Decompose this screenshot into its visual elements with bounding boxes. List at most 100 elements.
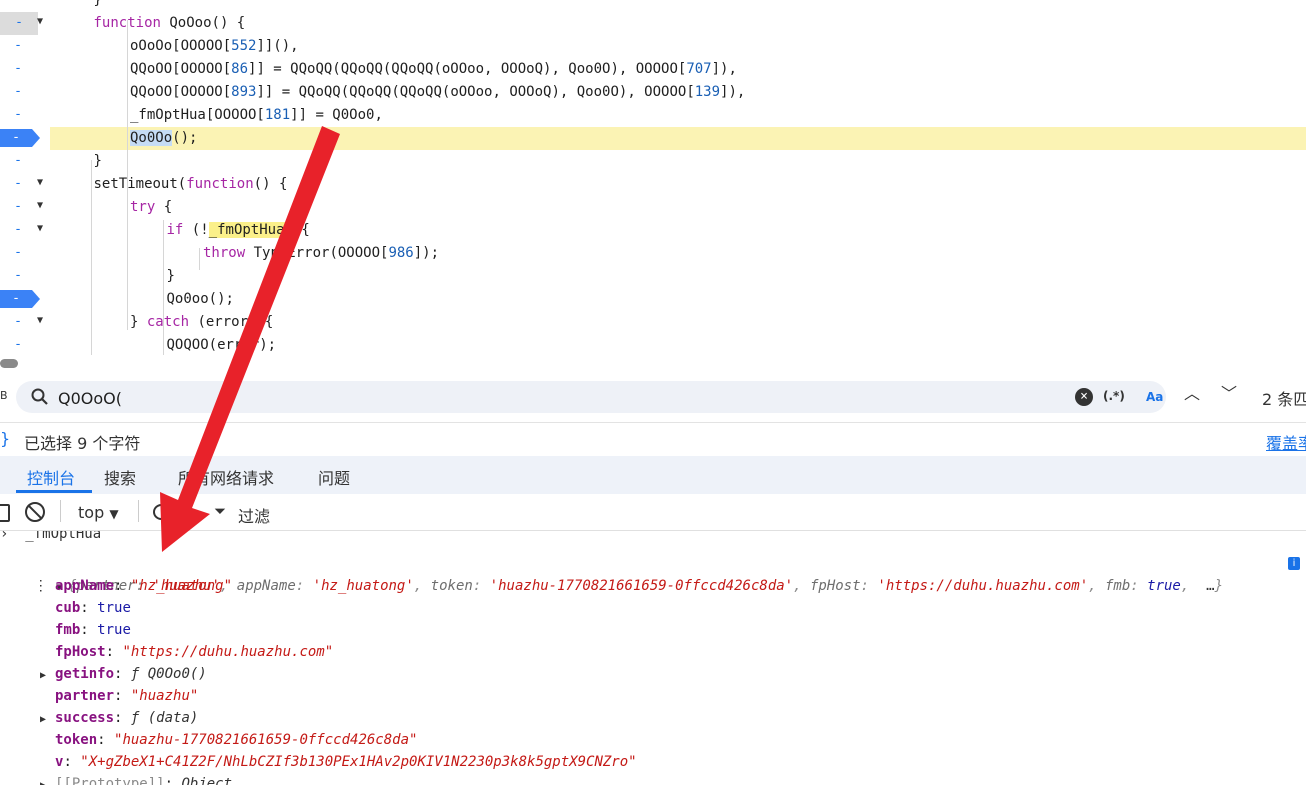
property-key: appName bbox=[55, 578, 115, 594]
code-line[interactable]: - QQoOO[OOOOO[893]] = QQoQQ(QQoQQ(QQoQQ(o… bbox=[0, 81, 1306, 104]
code-text: function QoOoo() { bbox=[50, 12, 1306, 35]
line-number[interactable]: - bbox=[0, 104, 36, 127]
line-number[interactable]: - bbox=[0, 334, 36, 355]
context-label: top bbox=[78, 503, 105, 522]
brace-icon[interactable]: } bbox=[0, 429, 10, 448]
chevron-up-icon[interactable]: ︿ bbox=[1184, 386, 1200, 402]
scrollbar-thumb[interactable] bbox=[0, 359, 18, 368]
code-line[interactable]: - oOoOo[OOOOO[552]](), bbox=[0, 35, 1306, 58]
fold-toggle-icon[interactable]: ▼ bbox=[34, 313, 46, 329]
code-line[interactable]: -} bbox=[0, 265, 1306, 288]
coverage-link[interactable]: 覆盖率 bbox=[1266, 430, 1306, 454]
object-property[interactable]: ▶ getinfo: ƒ Q0Oo0() bbox=[0, 663, 1306, 685]
code-token: Qo0Oo bbox=[130, 130, 173, 146]
code-line[interactable]: - ▼ if (!_fmOptHua) { bbox=[0, 219, 1306, 242]
code-line[interactable]: - QQoOO[OOOOO[86]] = QQoQQ(QQoQQ(QQoQQ(oO… bbox=[0, 58, 1306, 81]
line-number[interactable]: - bbox=[0, 0, 36, 12]
code-text: oOoOo[OOOOO[552]](), bbox=[50, 35, 1306, 58]
breakpoint-marker[interactable]: - bbox=[0, 129, 40, 147]
regex-toggle[interactable]: (.*) bbox=[1103, 389, 1125, 403]
indent-guide bbox=[163, 220, 164, 355]
object-property: token: "huazhu-1770821661659-0ffccd426c8… bbox=[55, 732, 418, 748]
status-line: } 已选择 9 个字符 覆盖率 bbox=[0, 422, 1306, 456]
property-key: fmb bbox=[55, 622, 81, 638]
line-number[interactable]: - bbox=[0, 81, 36, 104]
code-token: ]); bbox=[413, 245, 440, 261]
expand-triangle-icon[interactable]: ▶ bbox=[40, 665, 55, 687]
search-box[interactable]: × (.*) Aa bbox=[16, 381, 1166, 413]
code-editor[interactable]: -}-▼function QoOoo() {-oOoOo[OOOOO[552]]… bbox=[0, 0, 1306, 355]
property-value: true bbox=[97, 622, 131, 638]
code-line[interactable]: - ▼ setTimeout(function() { bbox=[0, 173, 1306, 196]
match-case-toggle[interactable]: Aa bbox=[1146, 390, 1163, 404]
code-text: } bbox=[50, 0, 1306, 12]
filter-input[interactable]: 过滤 bbox=[238, 503, 270, 527]
line-number[interactable]: - bbox=[0, 219, 36, 242]
search-input[interactable] bbox=[56, 386, 960, 410]
info-icon[interactable]: i bbox=[1288, 557, 1300, 570]
code-text: } bbox=[50, 150, 1306, 173]
object-preview-row[interactable]: ⋮ ▼ {partner: 'huazhu', appName: 'hz_huat… bbox=[0, 553, 1306, 594]
code-line[interactable]: - QOQOO(error); bbox=[0, 334, 1306, 355]
property-key: success bbox=[55, 710, 115, 726]
selection-status: 已选择 9 个字符 bbox=[24, 434, 141, 453]
property-value: Object bbox=[181, 776, 233, 785]
expand-triangle-icon[interactable]: ▶ bbox=[40, 775, 55, 785]
code-line[interactable]: - Qo0oo(); bbox=[0, 288, 1306, 311]
code-token: } bbox=[93, 0, 102, 8]
code-text: } catch (error) { bbox=[50, 311, 1306, 334]
code-token: (); bbox=[172, 130, 198, 146]
code-token: ]), bbox=[711, 61, 737, 77]
context-selector[interactable]: top ▼ bbox=[78, 503, 119, 522]
tab-search[interactable]: 搜索 bbox=[104, 465, 136, 489]
code-token: QOQOO(error); bbox=[166, 337, 277, 353]
fold-toggle-icon[interactable]: ▼ bbox=[34, 198, 46, 214]
object-property[interactable]: ▶[[Prototype]]: Object bbox=[0, 773, 1306, 785]
code-line[interactable]: - _fmOptHua[OOOOO[181]] = Q0Oo0, bbox=[0, 104, 1306, 127]
object-property: appName: "hz_huatong" bbox=[55, 578, 233, 594]
line-number[interactable]: - bbox=[0, 35, 36, 58]
clear-console-icon[interactable] bbox=[25, 502, 45, 522]
code-line[interactable]: -} bbox=[0, 0, 1306, 12]
code-text: QQoOO[OOOOO[86]] = QQoQQ(QQoQQ(QQoQQ(oOO… bbox=[50, 58, 1306, 81]
clear-search-icon[interactable]: × bbox=[1075, 388, 1093, 406]
breakpoint-marker[interactable]: - bbox=[0, 290, 40, 308]
code-line[interactable]: - throw TypeError(OOOOO[986]); bbox=[0, 242, 1306, 265]
line-number[interactable]: - bbox=[0, 58, 36, 81]
code-token: (error) { bbox=[189, 314, 274, 330]
fold-toggle-icon[interactable]: ▼ bbox=[34, 221, 46, 237]
code-line[interactable]: - ▼ function QoOoo() { bbox=[0, 12, 1306, 35]
code-line[interactable]: - ▼} catch (error) { bbox=[0, 311, 1306, 334]
line-number[interactable]: - bbox=[0, 265, 36, 288]
chevron-down-icon[interactable]: ﹀ bbox=[1221, 386, 1237, 402]
tab-console[interactable]: 控制台 bbox=[27, 465, 75, 489]
code-line[interactable]: - ▼ try { bbox=[0, 196, 1306, 219]
sidebar-toggle-icon[interactable] bbox=[0, 504, 10, 522]
line-number[interactable]: - bbox=[0, 150, 36, 173]
line-number[interactable]: - bbox=[0, 311, 36, 334]
indent-guide bbox=[91, 160, 92, 355]
eye-icon[interactable] bbox=[153, 504, 173, 520]
code-text: if (!_fmOptHua) { bbox=[50, 219, 1306, 242]
horizontal-scrollbar[interactable] bbox=[0, 356, 1306, 372]
code-line[interactable]: - Qo0Oo(); bbox=[0, 127, 1306, 150]
line-number[interactable]: - bbox=[0, 12, 38, 35]
line-number[interactable]: - bbox=[0, 173, 36, 196]
property-key: partner bbox=[55, 688, 115, 704]
object-property[interactable]: ▶ success: ƒ (data) bbox=[0, 707, 1306, 729]
object-property: fpHost: "https://duhu.huazhu.com" bbox=[55, 644, 334, 660]
code-token: if bbox=[166, 222, 184, 238]
code-line[interactable]: -} bbox=[0, 150, 1306, 173]
tab-network-requests[interactable]: 所有网络请求 bbox=[178, 465, 274, 489]
code-text: _fmOptHua[OOOOO[181]] = Q0Oo0, bbox=[50, 104, 1306, 127]
fold-toggle-icon[interactable]: ▼ bbox=[34, 14, 46, 30]
expand-triangle-icon[interactable]: ▶ bbox=[40, 709, 55, 731]
line-number[interactable]: - bbox=[0, 196, 36, 219]
line-number[interactable]: - bbox=[0, 242, 36, 265]
code-token: function bbox=[93, 15, 170, 31]
filter-icon: ⏷ bbox=[214, 502, 227, 520]
fold-toggle-icon[interactable]: ▼ bbox=[34, 175, 46, 191]
code-token: ]] = Q0Oo0, bbox=[290, 107, 383, 123]
tab-issues[interactable]: 问题 bbox=[318, 465, 350, 489]
code-token: _fmOptHua[OOOOO[ bbox=[130, 107, 265, 123]
